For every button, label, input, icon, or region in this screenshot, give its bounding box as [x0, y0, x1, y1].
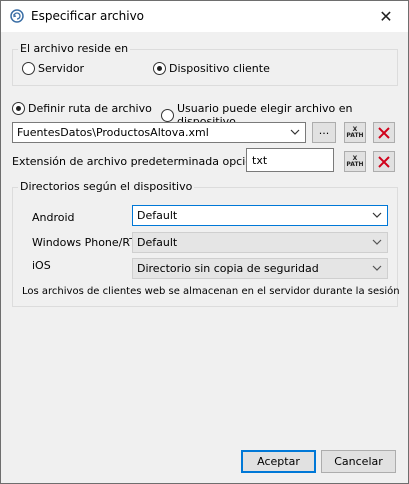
chevron-down-icon[interactable]: [371, 209, 383, 221]
windows-phone-label: Windows Phone/RT: [32, 236, 136, 249]
accept-label: Aceptar: [257, 455, 300, 468]
android-dir-value: Default: [137, 209, 178, 222]
close-button[interactable]: ✕: [364, 1, 408, 32]
xpath-button-extension[interactable]: X PATH: [344, 151, 366, 172]
radio-client-device-label: Dispositivo cliente: [169, 62, 270, 75]
extension-input[interactable]: txt: [246, 148, 334, 172]
dialog-window: Especificar archivo ✕ El archivo reside …: [0, 0, 409, 484]
radio-server[interactable]: Servidor: [22, 62, 84, 75]
cancel-label: Cancelar: [334, 455, 383, 468]
accept-button[interactable]: Aceptar: [241, 450, 316, 473]
android-dir-combo[interactable]: Default: [132, 205, 388, 226]
clear-extension-button[interactable]: [373, 151, 395, 172]
ios-dir-combo[interactable]: Directorio sin copia de seguridad: [132, 258, 388, 279]
radio-user-choose-circle[interactable]: [161, 108, 174, 122]
radio-client-device-circle[interactable]: [153, 62, 166, 75]
android-label: Android: [32, 211, 75, 224]
extension-label: Extensión de archivo predeterminada opci…: [12, 155, 269, 168]
title-bar: Especificar archivo ✕: [1, 1, 408, 32]
xpath-icon: X PATH: [346, 126, 364, 139]
delete-icon: [378, 126, 390, 139]
cancel-button[interactable]: Cancelar: [321, 450, 396, 473]
browse-button[interactable]: ...: [312, 122, 336, 143]
chevron-down-icon[interactable]: [289, 126, 301, 138]
device-dirs-legend: Directorios según el dispositivo: [18, 180, 195, 193]
xpath-icon: X PATH: [346, 155, 364, 168]
xpath-icon-bottom: PATH: [346, 160, 364, 168]
file-path-combo[interactable]: FuentesDatos\ProductosAltova.xml: [12, 122, 306, 143]
app-icon: [10, 9, 24, 23]
web-clients-note: Los archivos de clientes web se almacena…: [22, 286, 400, 297]
radio-define-path-circle[interactable]: [12, 102, 25, 115]
chevron-down-icon[interactable]: [371, 236, 383, 248]
radio-server-circle[interactable]: [22, 62, 35, 75]
radio-server-label: Servidor: [38, 62, 85, 75]
browse-label: ...: [318, 124, 330, 137]
xpath-button-path[interactable]: X PATH: [344, 122, 366, 143]
windows-phone-dir-combo[interactable]: Default: [132, 232, 388, 253]
radio-define-path-label: Definir ruta de archivo: [28, 102, 152, 115]
radio-define-path[interactable]: Definir ruta de archivo: [12, 102, 152, 115]
xpath-icon-bottom: PATH: [346, 131, 364, 139]
clear-path-button[interactable]: [373, 122, 395, 143]
chevron-down-icon[interactable]: [371, 262, 383, 274]
ios-label: iOS: [32, 259, 51, 272]
delete-icon: [378, 155, 390, 168]
location-legend: El archivo reside en: [18, 42, 131, 55]
close-icon: ✕: [379, 7, 393, 26]
ios-dir-value: Directorio sin copia de seguridad: [137, 262, 319, 275]
radio-client-device[interactable]: Dispositivo cliente: [153, 62, 270, 75]
windows-phone-dir-value: Default: [137, 236, 178, 249]
extension-value: txt: [252, 153, 268, 167]
file-path-value: FuentesDatos\ProductosAltova.xml: [17, 126, 209, 139]
window-title: Especificar archivo: [31, 9, 145, 23]
